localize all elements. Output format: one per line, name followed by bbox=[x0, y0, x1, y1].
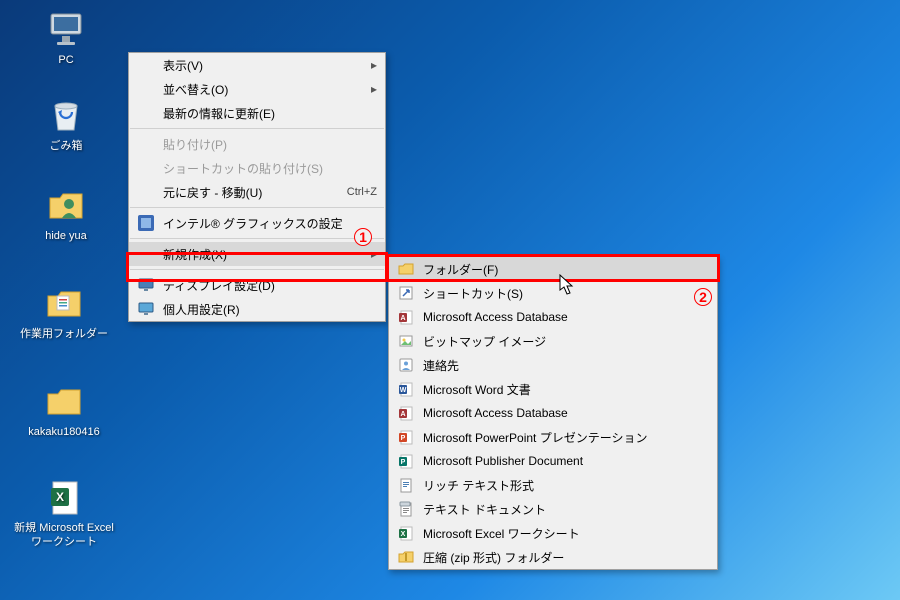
desktop-icon-workfolder[interactable]: 作業用フォルダー bbox=[14, 282, 114, 342]
word-icon: W bbox=[395, 381, 417, 397]
menu-item-refresh[interactable]: 最新の情報に更新(E) bbox=[129, 101, 385, 125]
desktop-icon-label: kakaku180416 bbox=[14, 426, 114, 440]
submenu-item-txt[interactable]: テキスト ドキュメント bbox=[389, 497, 717, 521]
menu-item-display-settings[interactable]: ディスプレイ設定(D) bbox=[129, 273, 385, 297]
menu-item-view[interactable]: 表示(V)▸ bbox=[129, 53, 385, 77]
txt-icon bbox=[395, 501, 417, 517]
svg-text:A: A bbox=[400, 411, 405, 418]
desktop-icon-recycle[interactable]: ごみ箱 bbox=[26, 94, 106, 154]
submenu-item-folder[interactable]: フォルダー(F) bbox=[389, 257, 717, 281]
shortcut-icon bbox=[395, 285, 417, 301]
user-folder-icon bbox=[45, 184, 87, 226]
folder-icon bbox=[43, 380, 85, 422]
desktop-icon-label: hide yua bbox=[26, 230, 106, 244]
context-menu-desktop: 表示(V)▸ 並べ替え(O)▸ 最新の情報に更新(E) 貼り付け(P) ショート… bbox=[128, 52, 386, 322]
access-icon: A bbox=[395, 405, 417, 421]
menu-separator bbox=[130, 128, 384, 129]
desktop-icon-label: 作業用フォルダー bbox=[14, 328, 114, 342]
desktop-icon-label: 新規 Microsoft Excel ワークシート bbox=[14, 522, 114, 550]
publisher-icon: P bbox=[395, 453, 417, 469]
rtf-icon bbox=[395, 477, 417, 493]
excel-file-icon: X bbox=[43, 476, 85, 518]
desktop-icon-label: ごみ箱 bbox=[26, 140, 106, 154]
menu-item-new[interactable]: 新規作成(X)▸ bbox=[129, 242, 385, 266]
submenu-item-access2[interactable]: A Microsoft Access Database bbox=[389, 401, 717, 425]
access-icon: A bbox=[395, 309, 417, 325]
menu-item-paste-shortcut: ショートカットの貼り付け(S) bbox=[129, 156, 385, 180]
menu-item-undo[interactable]: 元に戻す - 移動(U)Ctrl+Z bbox=[129, 180, 385, 204]
zip-icon bbox=[395, 550, 417, 564]
menu-item-intel-graphics[interactable]: インテル® グラフィックスの設定 bbox=[129, 211, 385, 235]
chevron-right-icon: ▸ bbox=[367, 58, 377, 72]
personalize-icon bbox=[135, 301, 157, 317]
annotation-number-2: 2 bbox=[694, 288, 712, 306]
submenu-item-bitmap[interactable]: ビットマップ イメージ bbox=[389, 329, 717, 353]
folder-icon bbox=[395, 262, 417, 276]
display-settings-icon bbox=[135, 277, 157, 293]
desktop-icon-pc[interactable]: PC bbox=[26, 8, 106, 68]
folder-icon bbox=[43, 282, 85, 324]
submenu-item-zip[interactable]: 圧縮 (zip 形式) フォルダー bbox=[389, 545, 717, 569]
desktop-icon-userfolder[interactable]: hide yua bbox=[26, 184, 106, 244]
submenu-item-rtf[interactable]: リッチ テキスト形式 bbox=[389, 473, 717, 497]
desktop-icon-kakaku[interactable]: kakaku180416 bbox=[14, 380, 114, 440]
desktop-icon-excel[interactable]: X 新規 Microsoft Excel ワークシート bbox=[14, 476, 114, 550]
menu-separator bbox=[130, 269, 384, 270]
menu-item-sort[interactable]: 並べ替え(O)▸ bbox=[129, 77, 385, 101]
menu-item-personalize[interactable]: 個人用設定(R) bbox=[129, 297, 385, 321]
svg-text:X: X bbox=[56, 490, 64, 504]
desktop-icon-label: PC bbox=[26, 54, 106, 68]
menu-separator bbox=[130, 207, 384, 208]
submenu-item-access[interactable]: A Microsoft Access Database bbox=[389, 305, 717, 329]
submenu-item-ppt[interactable]: P Microsoft PowerPoint プレゼンテーション bbox=[389, 425, 717, 449]
svg-text:W: W bbox=[400, 387, 407, 394]
submenu-item-excel[interactable]: X Microsoft Excel ワークシート bbox=[389, 521, 717, 545]
menu-item-paste: 貼り付け(P) bbox=[129, 132, 385, 156]
cursor-icon bbox=[559, 274, 577, 296]
chevron-right-icon: ▸ bbox=[367, 82, 377, 96]
ppt-icon: P bbox=[395, 429, 417, 445]
pc-icon bbox=[45, 8, 87, 50]
annotation-number-1: 1 bbox=[354, 228, 372, 246]
intel-icon bbox=[135, 215, 157, 231]
submenu-item-word[interactable]: W Microsoft Word 文書 bbox=[389, 377, 717, 401]
submenu-item-contact[interactable]: 連絡先 bbox=[389, 353, 717, 377]
chevron-right-icon: ▸ bbox=[367, 247, 377, 261]
contact-icon bbox=[395, 357, 417, 373]
submenu-item-shortcut[interactable]: ショートカット(S) bbox=[389, 281, 717, 305]
svg-text:P: P bbox=[401, 459, 406, 466]
submenu-item-publisher[interactable]: P Microsoft Publisher Document bbox=[389, 449, 717, 473]
svg-text:X: X bbox=[401, 531, 406, 538]
menu-separator bbox=[130, 238, 384, 239]
bitmap-icon bbox=[395, 333, 417, 349]
svg-text:P: P bbox=[401, 435, 406, 442]
svg-text:A: A bbox=[400, 315, 405, 322]
recycle-bin-icon bbox=[45, 94, 87, 136]
excel-icon: X bbox=[395, 525, 417, 541]
context-submenu-new: フォルダー(F) ショートカット(S) A Microsoft Access D… bbox=[388, 256, 718, 570]
